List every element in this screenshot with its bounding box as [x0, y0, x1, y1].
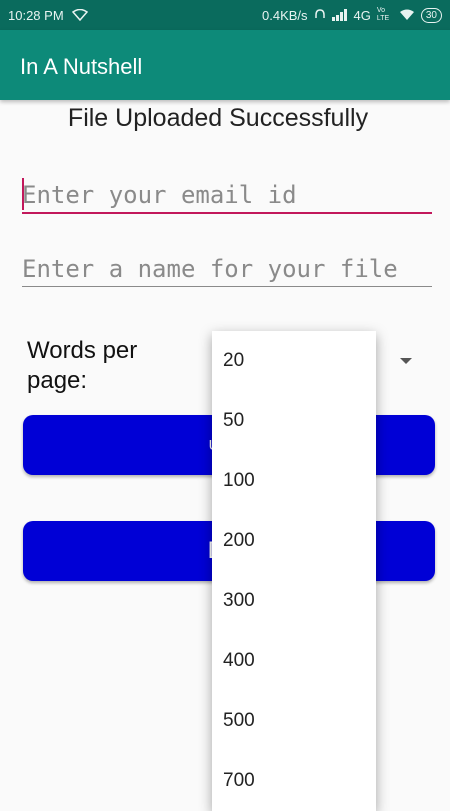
- app-title: In A Nutshell: [20, 54, 143, 79]
- headphones-icon: [314, 9, 325, 18]
- words-per-page-label: Words per page:: [27, 337, 138, 394]
- dropdown-option-20[interactable]: 20: [212, 331, 376, 391]
- dropdown-option-50[interactable]: 50: [212, 391, 376, 451]
- dropdown-option-200[interactable]: 200: [212, 511, 376, 571]
- status-time: 10:28 PM: [8, 8, 64, 23]
- words-per-page-dropdown[interactable]: 20 50 100 200 300 400 500 700: [212, 331, 376, 811]
- dropdown-option-100[interactable]: 100: [212, 451, 376, 511]
- network-speed: 0.4KB/s: [262, 7, 308, 23]
- upload-status-message: File Uploaded Successfully: [67, 104, 369, 132]
- dropdown-option-300[interactable]: 300: [212, 571, 376, 631]
- app-bar: In A Nutshell: [0, 30, 450, 100]
- wifi-icon: [399, 9, 414, 20]
- email-field[interactable]: [22, 178, 432, 214]
- signal-icon: [331, 9, 347, 21]
- battery-icon: 30: [420, 7, 442, 23]
- filename-field[interactable]: [22, 252, 432, 287]
- status-indicators: 0.4KB/s 4G Vo LTE 30: [262, 7, 442, 23]
- status-bar: 10:28 PM 0.4KB/s 4G Vo LTE 30: [0, 0, 450, 30]
- text-cursor: [22, 178, 24, 210]
- dropdown-option-500[interactable]: 500: [212, 691, 376, 751]
- volte-badge: Vo LTE: [376, 7, 390, 22]
- network-type: 4G: [353, 7, 371, 23]
- dropdown-option-400[interactable]: 400: [212, 631, 376, 691]
- dropdown-arrow-icon[interactable]: [400, 358, 412, 364]
- wifi-icon: [72, 9, 88, 21]
- dropdown-option-700[interactable]: 700: [212, 751, 376, 811]
